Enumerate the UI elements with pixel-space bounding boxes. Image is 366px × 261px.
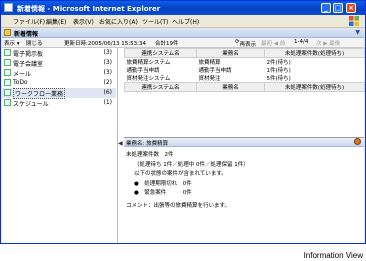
tree-item-mail[interactable]: メール (3) [2,68,116,78]
windows-logo-icon [349,16,359,26]
minimize-button[interactable]: _ [321,3,331,13]
table-cell: 1件(待ち) [266,68,291,74]
menu-view[interactable]: 表示(V) [73,17,94,26]
tree-item-label: スケジュール [13,101,49,108]
menu-favorites[interactable]: お気に入り(A) [99,17,138,26]
table-cell: 2件(待ち) [266,60,291,66]
tree-item-workflow[interactable]: ワークフロー業務 (6) [2,88,116,99]
close-view-button[interactable]: 閉じる [26,39,43,47]
collapse-pane-icon[interactable]: ▼ [355,29,360,36]
table-cell: 旅費精算 [198,60,221,66]
alert-icon[interactable] [354,138,361,145]
detail-header: 業務名: 旅費精算 [124,138,364,147]
nav-first-prev: 最初 ◀ 前 [261,41,286,47]
tree-item-label: メール [13,71,32,78]
detail-title: 業務名: 旅費精算 [126,141,169,147]
workflow-icon [4,89,11,96]
menu-tools[interactable]: ツール(T) [142,17,168,26]
pane-title-bar: 新着情報 ▼ [2,28,364,38]
overdue-count: ● 処理期限切れ 0件 [134,181,192,187]
pending-count: 未処理案件数 2件 [126,152,174,158]
title-bar: 新着情報 - Microsoft Internet Explorer _ □ × [1,1,365,15]
tree-item-bulletin-board[interactable]: 電子掲示板 (3) [2,48,116,58]
maximize-button[interactable]: □ [333,3,343,13]
column-header[interactable]: 業務名 [196,48,265,58]
detail-note: 以下の状態の案件が含まれています。 [134,171,227,177]
pending-breakdown: （処理待ち 1件／処理中 0件／処理保留 1件） [134,162,249,168]
urgent-count: ● 緊急案件 0件 [134,190,192,196]
schedule-icon [4,99,11,106]
menu-file[interactable]: ファイル(F) [13,17,45,26]
collapse-left-pane-icon[interactable]: ◀ [118,140,123,147]
tree-item-label: ToDo [13,79,28,86]
tree-item-count: (3) [103,69,113,76]
table-row[interactable]: 通勤手当申請 通勤手当申請 1件(待ち) [125,66,365,74]
column-header[interactable]: 連携システム名 [124,48,197,58]
workflow-table: 連携システム名 業務名 未処理案件数(処理待ち) 旅費精算システム 旅費精算 2… [124,48,365,92]
table-header-row: 連携システム名 業務名 未処理案件数(処理待ち) [124,82,365,92]
page-content: 新着情報 ▼ 表示 ▾ 閉じる 更新日時:2005/06/13 15:53:34… [2,28,365,244]
menu-edit[interactable]: 編集(E) [46,17,66,26]
meeting-room-icon [4,59,11,66]
column-header[interactable]: 業務名 [196,82,265,92]
todo-icon [4,79,11,86]
view-menu-button[interactable]: 表示 ▾ [4,39,20,47]
category-tree: 電子掲示板 (3) 電子会議室 (3) メール (3) ToDo (2) ワーク… [2,48,118,243]
table-cell: 5件(待ち) [266,76,291,82]
tree-item-count: (3) [103,59,113,66]
tree-item-label: 電子掲示板 [13,51,44,58]
figure-caption: Information View [303,251,363,260]
tree-item-count: (2) [103,79,113,86]
window-title: 新着情報 - Microsoft Internet Explorer [17,5,161,13]
table-row[interactable]: 資材発注システム 資材発注 5件(待ち) [125,74,365,83]
detail-comment: コメント：出張等の旅費精算を行います。 [126,203,230,209]
updated-time: 更新日時:2005/06/13 15:53:34 [64,41,147,47]
ie-icon [4,3,13,12]
table-cell: 旅費精算システム [126,60,171,66]
news-icon [4,29,11,36]
tree-item-todo[interactable]: ToDo (2) [2,78,116,88]
table-cell: 資材発注 [198,76,221,82]
table-header-row: 連携システム名 業務名 未処理案件数(処理待ち) [124,48,365,58]
browser-window: 新着情報 - Microsoft Internet Explorer _ □ ×… [0,0,366,244]
column-header[interactable]: 未処理案件数(処理待ち) [264,48,365,58]
column-header[interactable]: 連携システム名 [124,82,197,92]
column-header[interactable]: 未処理案件数(処理待ち) [264,82,365,92]
workflow-panel: 連携システム名 業務名 未処理案件数(処理待ち) 旅費精算システム 旅費精算 2… [124,48,365,244]
close-button[interactable]: × [346,3,356,13]
bulletin-board-icon [4,49,11,56]
mail-icon [4,69,11,76]
total-count: 合計19件 [155,41,179,47]
table-cell: 資材発注システム [126,76,171,82]
refresh-label: 再表示 [239,42,257,48]
detail-pane: 業務名: 旅費精算 未処理案件数 2件 （処理待ち 1件／処理中 0件／処理保留… [124,137,364,244]
tree-item-count: (1) [103,99,113,106]
tree-item-count: (6) [103,89,113,96]
table-cell: 通勤手当申請 [198,68,232,74]
menu-help[interactable]: ヘルプ(H) [172,17,199,26]
tree-item-count: (3) [103,49,113,56]
table-row[interactable]: 旅費精算システム 旅費精算 2件(待ち) [125,58,365,66]
nav-next-last: 次 ▶ 最後 [316,41,341,47]
toolbar: 表示 ▾ 閉じる 更新日時:2005/06/13 15:53:34 合計19件 … [2,38,364,48]
table-cell: 通勤手当申請 [126,68,160,74]
page-indicator: 1-4/4 [294,39,309,45]
tree-item-label: 電子会議室 [13,61,44,68]
tree-item-meeting-room[interactable]: 電子会議室 (3) [2,58,116,68]
refresh-button[interactable]: ⟳ 再表示 [235,39,256,48]
pane-title: 新着情報 [14,31,39,38]
menu-bar: ファイル(F) 編集(E) 表示(V) お気に入り(A) ツール(T) ヘルプ(… [1,15,365,28]
tree-item-schedule[interactable]: スケジュール (1) [2,98,116,108]
